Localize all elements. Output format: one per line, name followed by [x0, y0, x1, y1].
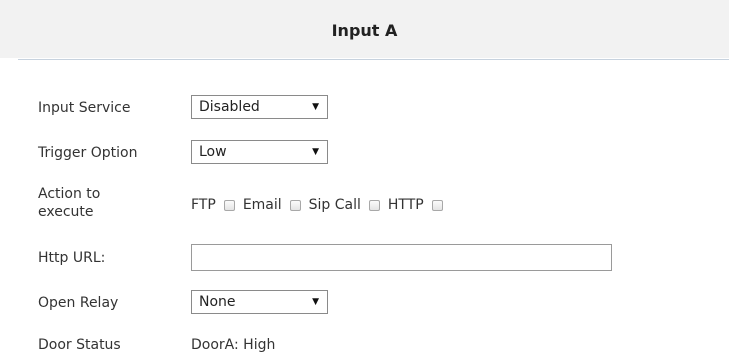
- trigger-option-value: Low: [199, 144, 227, 160]
- http-label: HTTP: [387, 197, 424, 213]
- input-service-select[interactable]: Disabled ▼: [191, 95, 328, 119]
- input-service-value: Disabled: [199, 99, 260, 115]
- section-header: Input A: [0, 0, 729, 58]
- door-status-value: DoorA: High: [191, 337, 276, 353]
- ftp-checkbox[interactable]: [223, 199, 235, 211]
- action-options: FTP Email Sip Call HTTP: [191, 196, 451, 214]
- http-checkbox[interactable]: [431, 199, 443, 211]
- door-status-label: Door Status: [38, 337, 121, 353]
- sip-call-label: Sip Call: [308, 197, 361, 213]
- email-label: Email: [242, 197, 282, 213]
- open-relay-select[interactable]: None ▼: [191, 290, 328, 314]
- trigger-option-label: Trigger Option: [38, 145, 138, 161]
- chevron-down-icon: ▼: [312, 147, 319, 157]
- chevron-down-icon: ▼: [312, 102, 319, 112]
- chevron-down-icon: ▼: [312, 297, 319, 307]
- action-label-line2: execute: [38, 204, 94, 220]
- open-relay-value: None: [199, 294, 236, 310]
- http-url-input[interactable]: [191, 244, 612, 271]
- open-relay-label: Open Relay: [38, 295, 119, 311]
- email-checkbox[interactable]: [289, 199, 301, 211]
- action-label-line1: Action to: [38, 186, 101, 202]
- action-to-execute-label: Action to execute: [38, 185, 100, 221]
- ftp-label: FTP: [191, 197, 216, 213]
- sip-call-checkbox[interactable]: [368, 199, 380, 211]
- http-url-label: Http URL:: [38, 250, 106, 266]
- input-service-label: Input Service: [38, 100, 131, 116]
- section-title: Input A: [331, 21, 398, 40]
- trigger-option-select[interactable]: Low ▼: [191, 140, 328, 164]
- header-divider: [18, 59, 729, 60]
